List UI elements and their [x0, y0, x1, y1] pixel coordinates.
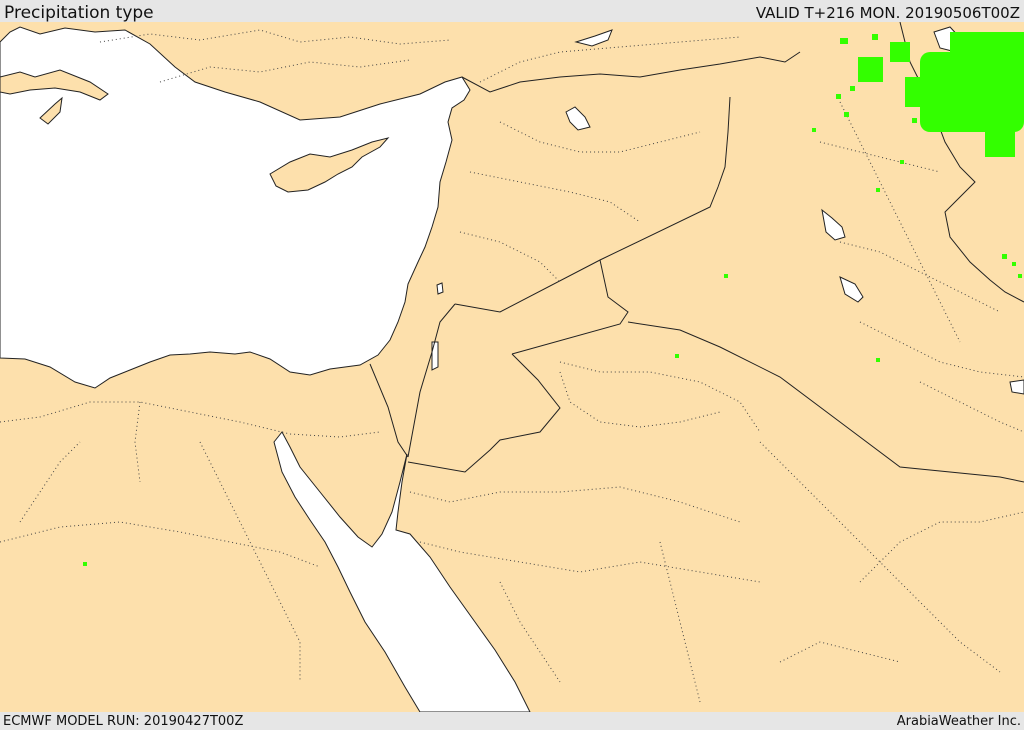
map-header: Precipitation type VALID T+216 MON. 2019… — [0, 0, 1024, 23]
sea-of-galilee — [436, 282, 444, 295]
map-footer: ECMWF MODEL RUN: 20190427T00Z ArabiaWeat… — [0, 712, 1024, 729]
valid-time: VALID T+216 MON. 20190506T00Z — [755, 4, 1020, 22]
weather-map — [0, 22, 1024, 712]
map-canvas — [0, 22, 1024, 712]
dead-sea — [431, 341, 439, 371]
credit-label: ArabiaWeather Inc. — [896, 714, 1021, 729]
model-run-label: ECMWF MODEL RUN: 20190427T00Z — [3, 714, 244, 729]
map-title: Precipitation type — [4, 3, 154, 23]
persian-gulf-edge — [1009, 379, 1024, 395]
